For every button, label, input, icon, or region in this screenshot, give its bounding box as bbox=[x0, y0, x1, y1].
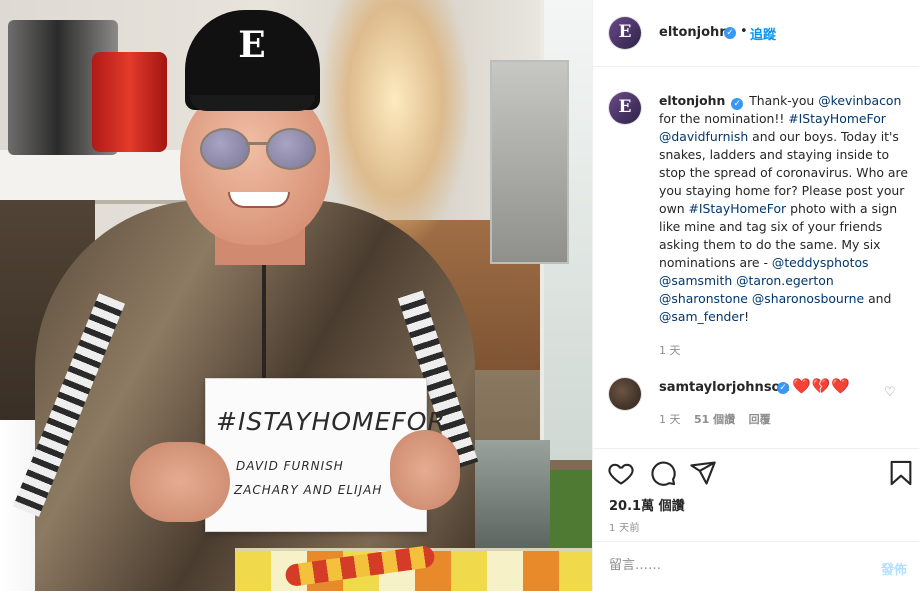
caption-author-avatar[interactable]: E bbox=[609, 92, 641, 124]
post-date[interactable]: 1 天前 bbox=[609, 519, 640, 534]
verified-badge-icon: ✓ bbox=[777, 382, 789, 394]
verified-badge-icon: ✓ bbox=[731, 98, 744, 110]
save-bookmark-icon[interactable] bbox=[887, 459, 915, 487]
like-count[interactable]: 20.1萬 個讚 bbox=[609, 495, 685, 514]
caption-text: and bbox=[864, 291, 892, 306]
comment-bubble-icon[interactable] bbox=[649, 459, 677, 487]
caption-mention-link[interactable]: @teddysphotos bbox=[772, 255, 869, 270]
like-comment-heart-icon[interactable]: ♡ bbox=[884, 385, 896, 400]
post-photo[interactable]: E #ISTAYHOMEFOR DAVID FURNISH ZACHARY AN… bbox=[0, 0, 592, 591]
comment-input[interactable] bbox=[609, 558, 849, 573]
caption-text: Thank-you bbox=[749, 93, 819, 108]
caption-mention-link[interactable]: @taron.egerton bbox=[736, 273, 834, 288]
glasses-lens-left bbox=[200, 128, 250, 170]
post-caption: eltonjohn ✓ Thank-you @kevinbacon for th… bbox=[659, 92, 909, 326]
like-heart-icon[interactable] bbox=[607, 459, 635, 487]
verified-badge-icon: ✓ bbox=[724, 27, 736, 39]
glasses-bridge bbox=[246, 142, 268, 145]
caption-body: Thank-you @kevinbacon for the nomination… bbox=[659, 93, 908, 324]
kitchen-counter bbox=[0, 150, 200, 204]
caption-text: for the nomination!! bbox=[659, 111, 789, 126]
oven bbox=[490, 60, 569, 264]
red-coffee-machine bbox=[92, 52, 167, 152]
post-header: E eltonjohn ✓ • 追蹤 bbox=[593, 0, 919, 67]
right-hand bbox=[390, 430, 460, 510]
left-hand bbox=[130, 442, 230, 522]
sign-hashtag: #ISTAYHOMEFOR bbox=[216, 407, 446, 436]
cap-visor bbox=[190, 95, 315, 111]
caption-mention-link[interactable]: @sharonosbourne bbox=[752, 291, 864, 306]
avatar-letter: E bbox=[618, 97, 632, 117]
avatar-letter: E bbox=[618, 22, 632, 42]
share-send-icon[interactable] bbox=[689, 459, 717, 487]
caption-mention-link[interactable]: @samsmith bbox=[659, 273, 732, 288]
caption-timestamp[interactable]: 1 天 bbox=[659, 342, 681, 358]
caption-author[interactable]: eltonjohn bbox=[659, 93, 725, 108]
caption-mention-link[interactable]: @sam_fender bbox=[659, 309, 744, 324]
post-side-panel: E eltonjohn ✓ • 追蹤 E eltonjohn ✓ Thank-y… bbox=[592, 0, 919, 591]
commenter-avatar[interactable] bbox=[609, 378, 641, 410]
reply-button[interactable]: 回覆 bbox=[749, 413, 771, 426]
separator-dot: • bbox=[740, 24, 748, 39]
commenter-username[interactable]: samtaylorjohnson bbox=[659, 380, 790, 395]
add-comment-bar: 發佈 bbox=[593, 541, 919, 592]
smile bbox=[228, 192, 290, 208]
caption-text: ! bbox=[744, 309, 750, 324]
cap-logo: E bbox=[238, 24, 266, 66]
comment-meta: 1 天 51 個讚 回覆 bbox=[659, 411, 781, 427]
post-comment-button[interactable]: 發佈 bbox=[881, 559, 907, 578]
author-username[interactable]: eltonjohn bbox=[659, 25, 729, 40]
follow-button[interactable]: 追蹤 bbox=[750, 24, 776, 43]
caption-mention-link[interactable]: @sharonstone bbox=[659, 291, 748, 306]
caption-hashtag-link[interactable]: #IStayHomeFor bbox=[788, 111, 886, 126]
caption-mention-link[interactable]: @davidfurnish bbox=[659, 129, 748, 144]
author-avatar[interactable]: E bbox=[609, 17, 641, 49]
comment-text: ❤️💔❤️ bbox=[792, 377, 852, 395]
comment-likes[interactable]: 51 個讚 bbox=[694, 413, 735, 426]
caption-hashtag-link[interactable]: #IStayHomeFor bbox=[689, 201, 787, 216]
comment-timestamp[interactable]: 1 天 bbox=[659, 413, 681, 426]
glasses-lens-right bbox=[266, 128, 316, 170]
caption-mention-link[interactable]: @kevinbacon bbox=[818, 93, 901, 108]
